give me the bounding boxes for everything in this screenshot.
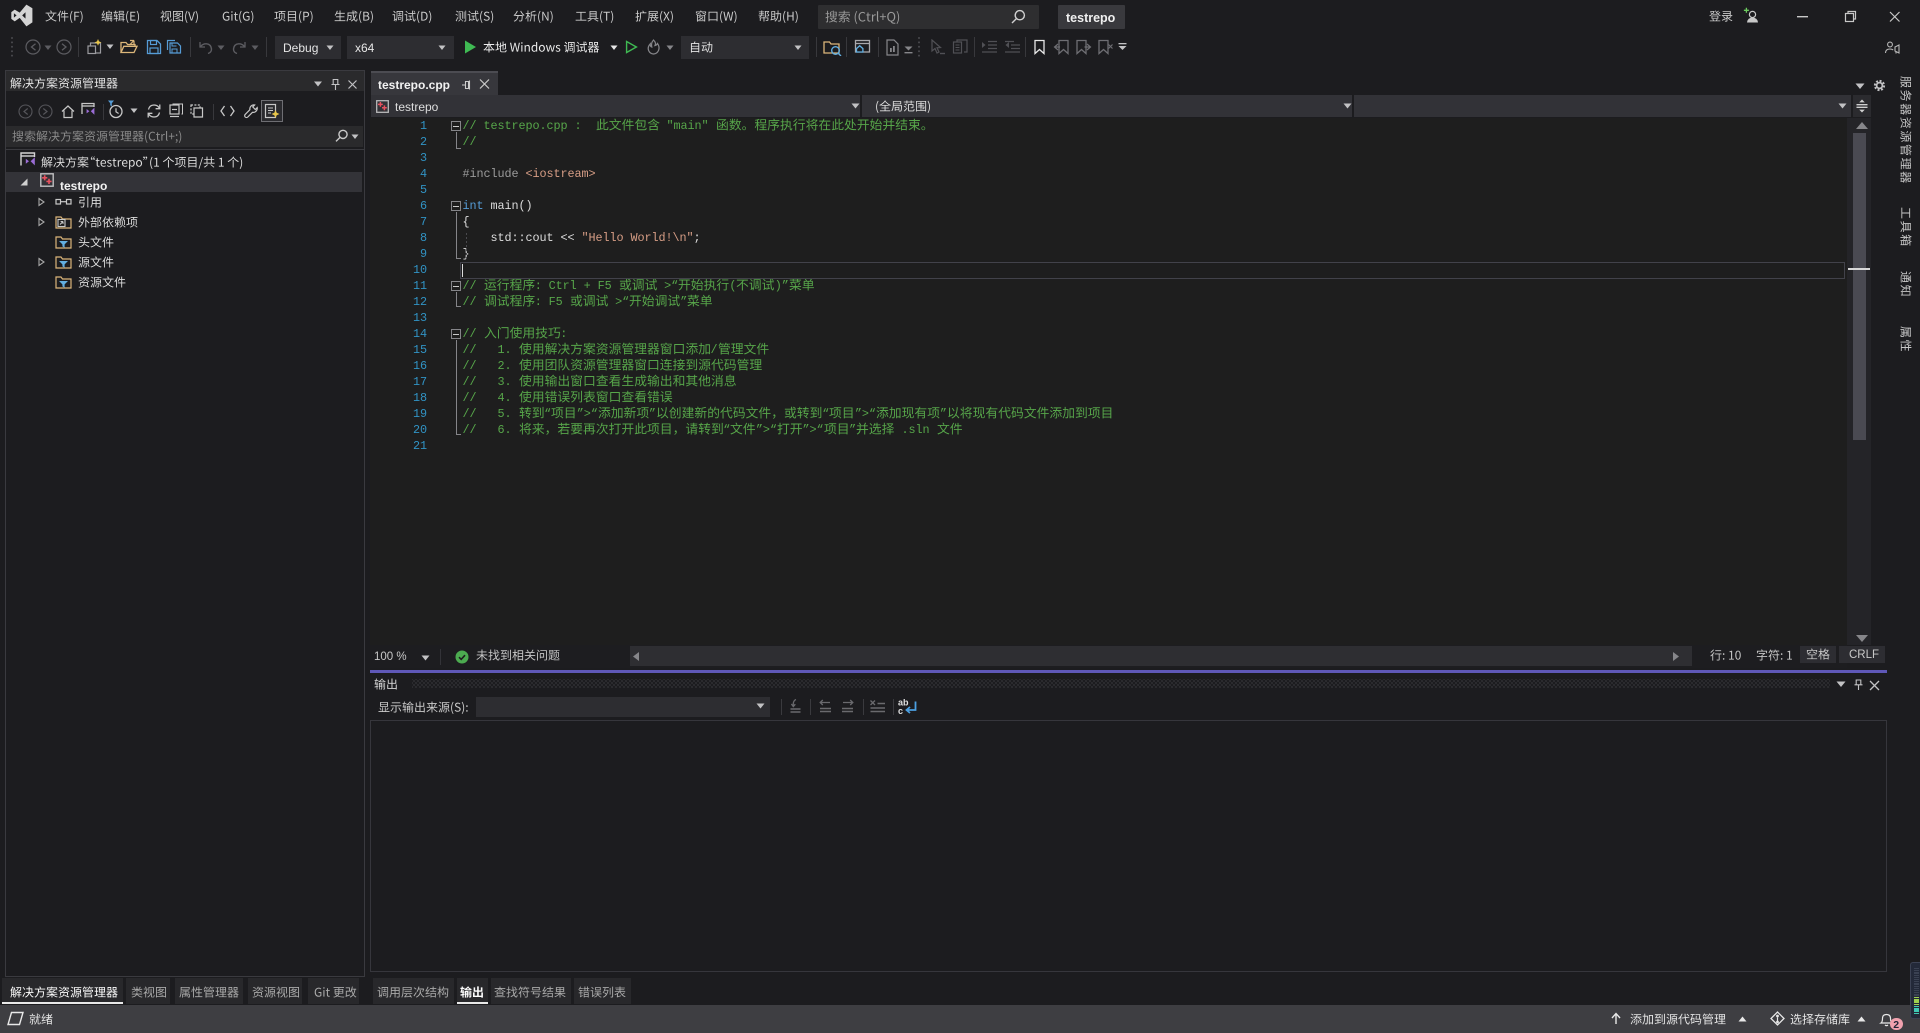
svg-text:c: c: [898, 706, 903, 716]
